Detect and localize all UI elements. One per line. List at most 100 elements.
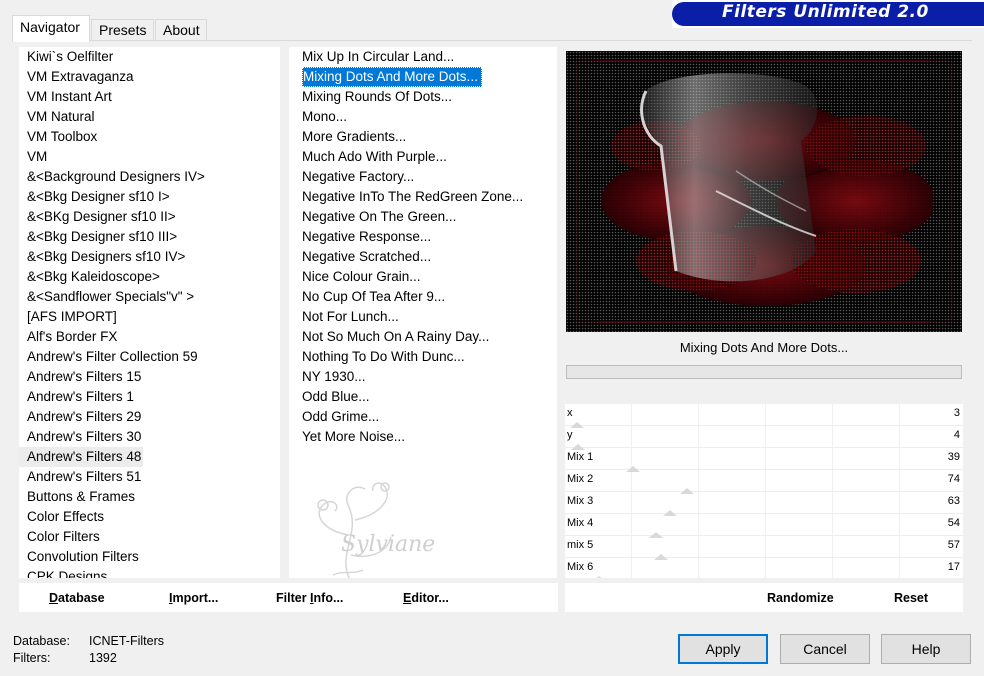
preview-progress-bar: [566, 365, 962, 379]
editor-button[interactable]: Editor...: [403, 591, 449, 605]
filter-item[interactable]: Mixing Rounds Of Dots...: [289, 87, 557, 107]
category-item[interactable]: Andrew's Filters 15: [19, 367, 260, 387]
category-item[interactable]: VM: [19, 147, 260, 167]
filter-item[interactable]: Negative Scratched...: [289, 247, 557, 267]
filters-count-label: Filters:: [13, 651, 51, 665]
control-name: mix 5: [567, 539, 594, 551]
help-button[interactable]: Help: [881, 634, 971, 664]
category-item[interactable]: VM Extravaganza: [19, 67, 260, 87]
filter-item[interactable]: Negative Response...: [289, 227, 557, 247]
category-item[interactable]: &<Bkg Designers sf10 IV>: [19, 247, 260, 267]
control-name: Mix 4: [567, 517, 594, 529]
slider-thumb-icon[interactable]: [592, 576, 606, 578]
filter-item[interactable]: Mono...: [289, 107, 557, 127]
banner-title: Filters Unlimited 2.0: [722, 2, 929, 22]
filter-item-label: Negative On The Green...: [302, 209, 457, 224]
apply-button[interactable]: Apply: [678, 634, 768, 664]
watermark-signature: Sylviane: [341, 532, 436, 557]
filter-item[interactable]: Mixing Dots And More Dots...: [289, 67, 557, 87]
filter-item[interactable]: Nice Colour Grain...: [289, 267, 557, 287]
category-item[interactable]: Color Filters: [19, 527, 260, 547]
category-item[interactable]: [AFS IMPORT]: [19, 307, 260, 327]
category-item[interactable]: VM Natural: [19, 107, 260, 127]
tab-presets[interactable]: Presets: [91, 19, 154, 41]
tab-navigator[interactable]: Navigator: [12, 15, 90, 42]
category-item[interactable]: &<Sandflower Specials"v" >: [19, 287, 260, 307]
filters-count-value: 1392: [89, 651, 117, 665]
reset-button[interactable]: Reset: [894, 591, 928, 605]
control-slider-row[interactable]: Mix 2 74: [565, 470, 963, 494]
category-item[interactable]: Color Effects: [19, 507, 260, 527]
database-button[interactable]: Database: [49, 591, 105, 605]
filter-item-label: Negative Factory...: [302, 169, 415, 184]
filter-item[interactable]: Negative On The Green...: [289, 207, 557, 227]
filter-item[interactable]: Odd Grime...: [289, 407, 557, 427]
category-item[interactable]: &<Background Designers IV>: [19, 167, 260, 187]
database-label: Database:: [13, 634, 70, 648]
control-slider-row[interactable]: Mix 1 39: [565, 448, 963, 472]
filter-item-label: More Gradients...: [302, 129, 407, 144]
filter-item[interactable]: Negative Factory...: [289, 167, 557, 187]
filter-item[interactable]: Not For Lunch...: [289, 307, 557, 327]
category-list[interactable]: Kiwi`s Oelfilter VM Extravaganza VM Inst…: [19, 47, 280, 578]
randomize-button[interactable]: Randomize: [767, 591, 834, 605]
filter-item-label: Odd Blue...: [302, 389, 370, 404]
filter-item[interactable]: Much Ado With Purple...: [289, 147, 557, 167]
tab-about[interactable]: About: [155, 19, 207, 41]
control-slider-row[interactable]: Mix 3 63: [565, 492, 963, 516]
filter-item[interactable]: NY 1930...: [289, 367, 557, 387]
control-slider-row[interactable]: Mix 4 54: [565, 514, 963, 538]
filter-item[interactable]: Negative InTo The RedGreen Zone...: [289, 187, 557, 207]
filter-item[interactable]: Yet More Noise...: [289, 427, 557, 447]
category-item[interactable]: VM Toolbox: [19, 127, 260, 147]
filter-item-label: Yet More Noise...: [302, 429, 406, 444]
category-item[interactable]: Convolution Filters: [19, 547, 260, 567]
filter-item-label: Mix Up In Circular Land...: [302, 49, 455, 64]
filter-item[interactable]: Not So Much On A Rainy Day...: [289, 327, 557, 347]
category-item[interactable]: CPK Designs: [19, 567, 260, 578]
preview-image: [566, 51, 962, 332]
category-item[interactable]: Andrew's Filters 48: [19, 447, 143, 467]
filter-item[interactable]: Odd Blue...: [289, 387, 557, 407]
control-slider-row[interactable]: y4: [565, 426, 963, 450]
filter-info-button[interactable]: Filter Info...: [276, 591, 343, 605]
category-item[interactable]: Alf's Border FX: [19, 327, 260, 347]
category-item[interactable]: &<BKg Designer sf10 II>: [19, 207, 260, 227]
control-slider-row[interactable]: x3: [565, 404, 963, 428]
filter-item-label: Mixing Rounds Of Dots...: [302, 89, 453, 104]
category-item[interactable]: Kiwi`s Oelfilter: [19, 47, 260, 67]
title-banner: Filters Unlimited 2.0: [672, 0, 984, 28]
control-value: 54: [947, 517, 960, 529]
control-value: 57: [947, 539, 960, 551]
category-item[interactable]: VM Instant Art: [19, 87, 260, 107]
control-value: 74: [947, 473, 960, 485]
category-item[interactable]: Andrew's Filters 1: [19, 387, 260, 407]
category-item[interactable]: Andrew's Filters 29: [19, 407, 260, 427]
control-name: Mix 1: [567, 451, 594, 463]
watermark-flourish-icon: [317, 482, 392, 578]
filter-controls: x 3 y 4 Mix 1 39 Mix 2 74 Mix 3 63 Mix 4 54 mix 5 57 M…: [565, 404, 963, 578]
filter-item[interactable]: More Gradients...: [289, 127, 557, 147]
cancel-button[interactable]: Cancel: [780, 634, 870, 664]
filter-item[interactable]: Nothing To Do With Dunc...: [289, 347, 557, 367]
preview-filter-name: Mixing Dots And More Dots...: [679, 340, 849, 355]
control-slider-row[interactable]: Mix 6 17: [565, 558, 963, 578]
category-item[interactable]: &<Bkg Designer sf10 III>: [19, 227, 260, 247]
category-item[interactable]: Andrew's Filter Collection 59: [19, 347, 260, 367]
control-value: 4: [953, 429, 960, 441]
filter-item[interactable]: No Cup Of Tea After 9...: [289, 287, 557, 307]
import-button[interactable]: Import...: [169, 591, 218, 605]
category-item[interactable]: &<Bkg Designer sf10 I>: [19, 187, 260, 207]
category-item[interactable]: Andrew's Filters 51: [19, 467, 260, 487]
control-name: Mix 2: [567, 473, 594, 485]
control-name: x: [567, 407, 573, 419]
filter-list[interactable]: Mix Up In Circular Land... Mixing Dots An…: [289, 47, 557, 578]
control-value: 3: [953, 407, 960, 419]
filter-item-label: Not So Much On A Rainy Day...: [302, 329, 490, 344]
filter-item[interactable]: Mix Up In Circular Land...: [289, 47, 557, 67]
control-slider-row[interactable]: mix 5 57: [565, 536, 963, 560]
category-item[interactable]: Andrew's Filters 30: [19, 427, 260, 447]
category-item[interactable]: Buttons & Frames: [19, 487, 260, 507]
category-item[interactable]: &<Bkg Kaleidoscope>: [19, 267, 260, 287]
filter-item-label: NY 1930...: [302, 369, 366, 384]
